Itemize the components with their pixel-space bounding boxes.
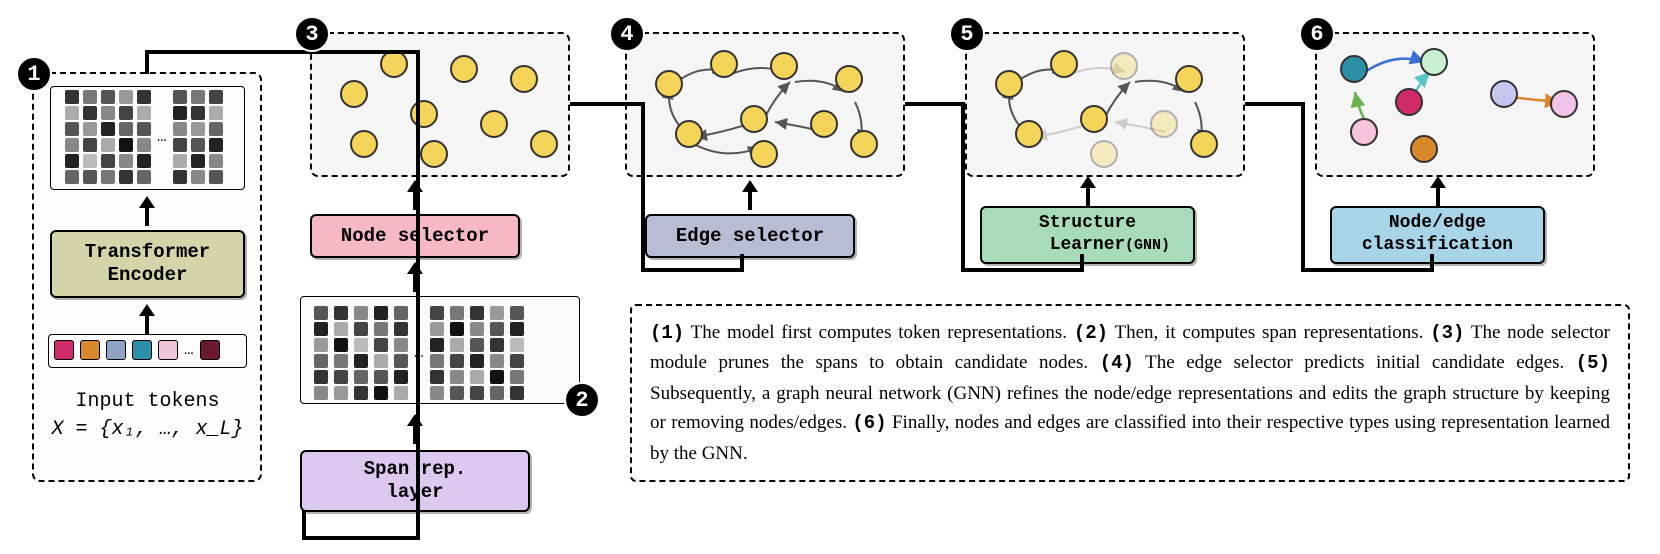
node xyxy=(340,80,368,108)
desc-2-num: (2) xyxy=(1074,322,1108,344)
conn-1-2e xyxy=(302,510,306,540)
diagram-canvas: 1 … Transformer Encoder … Input tokens X… xyxy=(10,10,1650,544)
node-colored xyxy=(1410,135,1438,163)
node xyxy=(995,70,1023,98)
node-faded xyxy=(1150,110,1178,138)
node-colored xyxy=(1340,55,1368,83)
node xyxy=(380,50,408,78)
desc-5-num: (5) xyxy=(1576,352,1610,374)
conn-5-6b xyxy=(1301,102,1305,272)
node xyxy=(1175,65,1203,93)
badge-4: 4 xyxy=(609,16,645,52)
node xyxy=(350,130,378,158)
node xyxy=(835,65,863,93)
struct-label: Structure Learner xyxy=(1039,213,1136,256)
description-box: (1) The model first computes token repre… xyxy=(630,304,1630,482)
node xyxy=(450,55,478,83)
conn-4-5b xyxy=(961,102,965,272)
node-selector-box: Node selector xyxy=(310,214,520,258)
conn-1-2d xyxy=(302,536,420,540)
desc-6-num: (6) xyxy=(852,412,886,434)
gnn-label: (GNN) xyxy=(1125,237,1170,254)
edge-selector-box: Edge selector xyxy=(645,214,855,258)
conn-4-5c xyxy=(961,268,1084,272)
badge-1: 1 xyxy=(16,56,52,92)
conn-4-5d xyxy=(1080,254,1084,272)
node xyxy=(510,65,538,93)
span-rep-box: Span rep. layer xyxy=(300,450,530,512)
conn-3-4 xyxy=(570,102,645,106)
badge-2: 2 xyxy=(564,382,600,418)
conn-3-4d xyxy=(641,268,744,272)
arrow-5a xyxy=(1080,176,1096,188)
node-colored xyxy=(1550,90,1578,118)
conn-1-2b xyxy=(145,50,420,54)
conn-5-6c xyxy=(1301,268,1434,272)
conn-5-6 xyxy=(1245,102,1305,106)
node xyxy=(850,130,878,158)
node xyxy=(530,130,558,158)
arrow-2a xyxy=(407,414,423,426)
conn-1-2c xyxy=(416,50,420,540)
node xyxy=(655,70,683,98)
desc-1-num: (1) xyxy=(650,322,684,344)
conn-3-4c xyxy=(641,102,645,272)
node xyxy=(410,100,438,128)
badge-6: 6 xyxy=(1299,16,1335,52)
node-colored xyxy=(1490,80,1518,108)
arrow-6a xyxy=(1430,176,1446,188)
conn-4-5 xyxy=(905,102,965,106)
node-colored xyxy=(1395,88,1423,116)
input-tokens-label: Input tokens xyxy=(50,390,245,413)
desc-4-num: (4) xyxy=(1100,352,1134,374)
node xyxy=(1080,105,1108,133)
node-colored xyxy=(1350,118,1378,146)
desc-2-text: Then, it computes span representations. xyxy=(1108,322,1430,343)
arrow-4a xyxy=(742,180,758,192)
conn-5-6d xyxy=(1430,254,1434,272)
structure-learner-box: Structure Learner xyxy=(980,206,1195,264)
node xyxy=(810,110,838,138)
transformer-encoder-box: Transformer Encoder xyxy=(50,230,245,298)
node xyxy=(1050,50,1078,78)
arrow-1a xyxy=(139,196,155,208)
badge-5: 5 xyxy=(949,16,985,52)
input-tokens-formula: X = {x₁, …, x_L} xyxy=(50,418,245,441)
classification-box: Node/edge classification xyxy=(1330,206,1545,264)
node xyxy=(750,140,778,168)
arrow-3a xyxy=(407,180,423,192)
node xyxy=(740,105,768,133)
node-faded xyxy=(1110,52,1138,80)
node xyxy=(420,140,448,168)
arrow-2b xyxy=(407,262,423,274)
node-faded xyxy=(1090,140,1118,168)
arrow-1b xyxy=(139,304,155,316)
badge-3: 3 xyxy=(294,16,330,52)
node-colored xyxy=(1420,48,1448,76)
token-frame xyxy=(48,334,247,368)
node xyxy=(480,110,508,138)
node xyxy=(1190,130,1218,158)
desc-4-text: The edge selector predicts initial candi… xyxy=(1134,352,1576,373)
node xyxy=(710,50,738,78)
node xyxy=(675,120,703,148)
desc-1-text: The model first computes token represent… xyxy=(684,322,1074,343)
node xyxy=(1015,120,1043,148)
conn-3-4e xyxy=(740,254,744,272)
desc-3-num: (3) xyxy=(1430,322,1464,344)
node xyxy=(770,52,798,80)
matrix-frame-1 xyxy=(50,86,245,190)
